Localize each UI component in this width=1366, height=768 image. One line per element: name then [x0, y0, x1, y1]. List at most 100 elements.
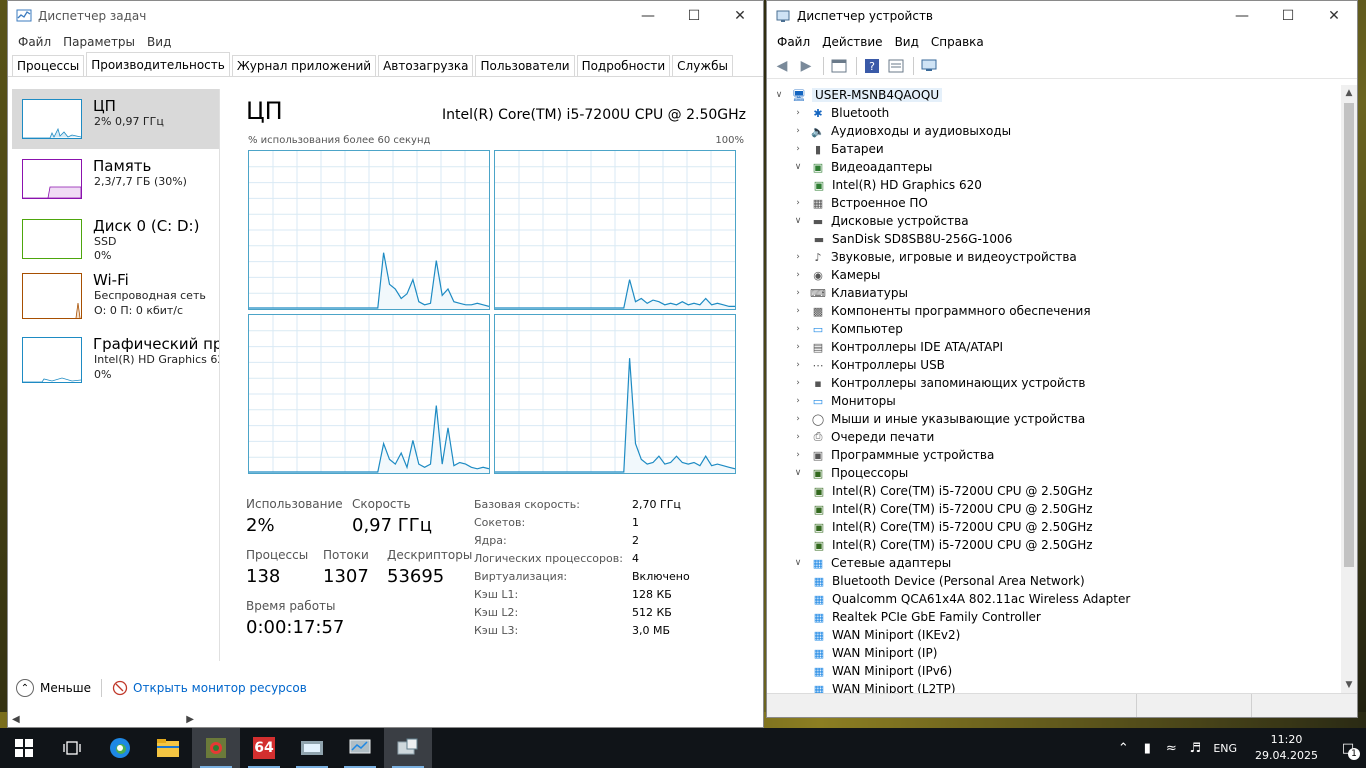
device-manager-titlebar[interactable]: Диспетчер устройств — ☐ ✕ — [767, 1, 1357, 31]
collapsed-chevron-icon[interactable]: › — [792, 198, 804, 208]
collapsed-chevron-icon[interactable]: › — [792, 360, 804, 370]
collapsed-chevron-icon[interactable]: › — [792, 270, 804, 280]
forward-arrow-icon[interactable]: ▶ — [795, 56, 817, 76]
tree-device-node[interactable]: ▦ WAN Miniport (L2TP) — [811, 680, 956, 693]
task-manager-titlebar[interactable]: Диспетчер задач — ☐ ✕ — [8, 1, 763, 31]
tree-device-node[interactable]: ▦ WAN Miniport (IPv6) — [811, 662, 952, 680]
horizontal-scrollbar[interactable]: ◀ ▶ — [8, 711, 198, 727]
tree-category-node[interactable]: › ▭ Мониторы — [792, 392, 896, 410]
tree-device-node[interactable]: ▦ Bluetooth Device (Personal Area Network… — [811, 572, 1085, 590]
expanded-chevron-icon[interactable]: ∨ — [792, 558, 804, 568]
tree-category-node[interactable]: › ▩ Компоненты программного обеспечения — [792, 302, 1090, 320]
tree-device-node[interactable]: ▣ Intel(R) Core(TM) i5-7200U CPU @ 2.50GH… — [811, 500, 1093, 518]
minimize-button[interactable]: — — [1219, 1, 1265, 31]
chevron-up-icon[interactable]: ⌃ — [1111, 741, 1135, 756]
language-indicator[interactable]: ENG — [1213, 742, 1237, 755]
tab-services[interactable]: Службы — [672, 55, 734, 76]
tree-category-node[interactable]: › 🔈 Аудиовходы и аудиовыходы — [792, 122, 1011, 140]
tree-category-node[interactable]: › ▮ Батареи — [792, 140, 884, 158]
collapsed-chevron-icon[interactable]: › — [792, 414, 804, 424]
tab-details[interactable]: Подробности — [576, 55, 671, 76]
collapsed-chevron-icon[interactable]: › — [792, 126, 804, 136]
tree-category-node[interactable]: ∨ ▣ Процессоры — [792, 464, 908, 482]
clock[interactable]: 11:20 29.04.2025 — [1255, 732, 1318, 764]
sidebar-item-disk[interactable]: Диск 0 (C: D:) SSD 0% — [12, 209, 219, 269]
tab-startup[interactable]: Автозагрузка — [378, 55, 474, 76]
collapsed-chevron-icon[interactable]: › — [792, 450, 804, 460]
monitor-app-taskbar-button[interactable] — [336, 728, 384, 768]
tree-device-node[interactable]: ▣ Intel(R) Core(TM) i5-7200U CPU @ 2.50GH… — [811, 536, 1093, 554]
tree-device-node[interactable]: ▦ Realtek PCIe GbE Family Controller — [811, 608, 1041, 626]
sidebar-item-wifi[interactable]: Wi-Fi Беспроводная сеть О: 0 П: 0 кбит/с — [12, 269, 219, 335]
tree-category-node[interactable]: › ▭ Компьютер — [792, 320, 903, 338]
update-driver-icon[interactable] — [885, 56, 907, 76]
scroll-down-icon[interactable]: ▼ — [1341, 677, 1357, 693]
tree-device-node[interactable]: ▦ WAN Miniport (IP) — [811, 644, 938, 662]
menu-file[interactable]: Файл — [771, 35, 816, 49]
tree-category-node[interactable]: › ⌨ Клавиатуры — [792, 284, 908, 302]
close-button[interactable]: ✕ — [717, 1, 763, 31]
open-resource-monitor-link[interactable]: Открыть монитор ресурсов — [112, 680, 307, 696]
fewer-details-button[interactable]: ⌃ Меньше — [16, 679, 91, 697]
tab-processes[interactable]: Процессы — [12, 55, 85, 76]
tree-category-node[interactable]: ∨ ▦ Сетевые адаптеры — [792, 554, 952, 572]
minimize-button[interactable]: — — [625, 1, 671, 31]
collapsed-chevron-icon[interactable]: › — [792, 342, 804, 352]
menu-view[interactable]: Вид — [889, 35, 925, 49]
tree-device-node[interactable]: ▣ Intel(R) Core(TM) i5-7200U CPU @ 2.50GH… — [811, 518, 1093, 536]
battery-icon[interactable]: ▮ — [1135, 741, 1159, 756]
aida64-taskbar-button[interactable]: 64 — [240, 728, 288, 768]
scroll-right-icon[interactable]: ▶ — [186, 714, 194, 725]
tab-performance[interactable]: Производительность — [86, 52, 230, 76]
tree-category-node[interactable]: › ▣ Программные устройства — [792, 446, 994, 464]
device-manager-taskbar-button[interactable] — [384, 728, 432, 768]
sidebar-item-memory[interactable]: Память 2,3/7,7 ГБ (30%) — [12, 149, 219, 209]
help-icon[interactable]: ? — [861, 56, 883, 76]
expanded-chevron-icon[interactable]: ∨ — [773, 90, 785, 100]
tree-category-node[interactable]: › ⎙ Очереди печати — [792, 428, 934, 446]
tree-device-node[interactable]: ▦ Qualcomm QCA61x4A 802.11ac Wireless Ada… — [811, 590, 1131, 608]
tab-users[interactable]: Пользователи — [475, 55, 575, 76]
tree-device-node[interactable]: ▦ WAN Miniport (IKEv2) — [811, 626, 961, 644]
scroll-left-icon[interactable]: ◀ — [12, 714, 20, 725]
collapsed-chevron-icon[interactable]: › — [792, 108, 804, 118]
menu-file[interactable]: Файл — [12, 35, 57, 49]
menu-help[interactable]: Справка — [925, 35, 990, 49]
sidebar-item-gpu[interactable]: Графический процессор 0 Intel(R) HD Grap… — [12, 335, 219, 395]
network-app-taskbar-button[interactable] — [288, 728, 336, 768]
tree-category-node[interactable]: › ✱ Bluetooth — [792, 104, 889, 122]
tree-root-node[interactable]: ∨ 🖥 USER-MSNB4QAOQU — [773, 86, 943, 104]
tab-app-history[interactable]: Журнал приложений — [231, 55, 377, 76]
collapsed-chevron-icon[interactable]: › — [792, 378, 804, 388]
collapsed-chevron-icon[interactable]: › — [792, 396, 804, 406]
tree-category-node[interactable]: › ▤ Контроллеры IDE ATA/ATAPI — [792, 338, 1003, 356]
back-arrow-icon[interactable]: ◀ — [771, 56, 793, 76]
tree-category-node[interactable]: › ⋯ Контроллеры USB — [792, 356, 945, 374]
start-button[interactable] — [0, 728, 48, 768]
tree-category-node[interactable]: ∨ ▣ Видеоадаптеры — [792, 158, 933, 176]
tree-device-node[interactable]: ▣ Intel(R) Core(TM) i5-7200U CPU @ 2.50GH… — [811, 482, 1093, 500]
expanded-chevron-icon[interactable]: ∨ — [792, 468, 804, 478]
task-view-button[interactable] — [48, 728, 96, 768]
tree-device-node[interactable]: ▬ SanDisk SD8SB8U-256G-1006 — [811, 230, 1013, 248]
notification-center-icon[interactable]: □ 1 — [1330, 741, 1366, 760]
scrollbar-thumb[interactable] — [1344, 103, 1354, 567]
task-manager-taskbar-button[interactable] — [192, 728, 240, 768]
collapsed-chevron-icon[interactable]: › — [792, 144, 804, 154]
tree-category-node[interactable]: › ◉ Камеры — [792, 266, 880, 284]
edge-browser-button[interactable] — [96, 728, 144, 768]
expanded-chevron-icon[interactable]: ∨ — [792, 162, 804, 172]
tree-category-node[interactable]: › ♪ Звуковые, игровые и видеоустройства — [792, 248, 1077, 266]
tree-category-node[interactable]: › ▦ Встроенное ПО — [792, 194, 928, 212]
tree-category-node[interactable]: › ◯ Мыши и иные указывающие устройства — [792, 410, 1085, 428]
menu-view[interactable]: Вид — [141, 35, 177, 49]
collapsed-chevron-icon[interactable]: › — [792, 324, 804, 334]
tree-category-node[interactable]: › ▪ Контроллеры запоминающих устройств — [792, 374, 1085, 392]
collapsed-chevron-icon[interactable]: › — [792, 288, 804, 298]
menu-action[interactable]: Действие — [816, 35, 888, 49]
close-button[interactable]: ✕ — [1311, 1, 1357, 31]
tree-category-node[interactable]: ∨ ▬ Дисковые устройства — [792, 212, 969, 230]
file-explorer-button[interactable] — [144, 728, 192, 768]
maximize-button[interactable]: ☐ — [671, 1, 717, 31]
tree-device-node[interactable]: ▣ Intel(R) HD Graphics 620 — [811, 176, 982, 194]
